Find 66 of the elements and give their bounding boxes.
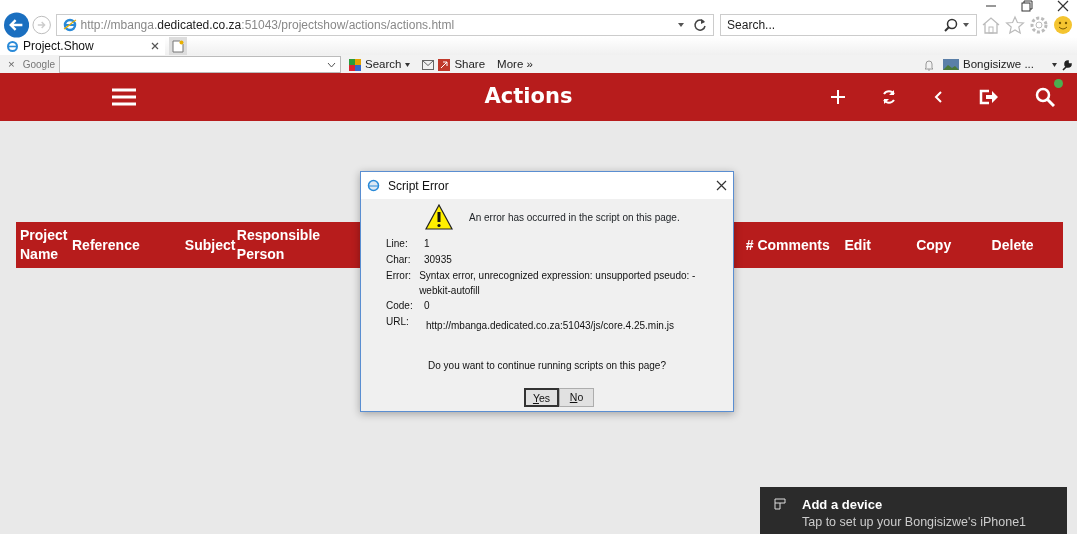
close-icon[interactable] xyxy=(716,180,727,191)
column-header: Project Name xyxy=(19,226,68,264)
column-header: Edit xyxy=(843,235,872,255)
field-label: Char: xyxy=(386,252,412,267)
field-value: Syntax error, unrecognized expression: unsupported pseudo: -webkit-autofill xyxy=(419,268,697,298)
column-header: # Comments xyxy=(744,235,831,255)
refresh-icon[interactable] xyxy=(693,18,708,32)
dropdown-caret-icon[interactable] xyxy=(962,22,970,28)
restore-icon[interactable] xyxy=(1021,0,1033,12)
field-label: Line: xyxy=(386,237,409,251)
toolbar-search-field[interactable] xyxy=(58,56,341,73)
search-bar[interactable]: Search... xyxy=(720,14,977,36)
device-icon xyxy=(774,498,786,510)
dropdown-caret-icon xyxy=(405,62,411,67)
landscape-icon xyxy=(943,59,960,70)
field-value: 0 xyxy=(424,299,430,314)
dialog-button[interactable]: No xyxy=(559,388,594,408)
back-chevron-icon[interactable] xyxy=(933,90,943,104)
column-header: Delete xyxy=(990,235,1035,255)
search-icon[interactable] xyxy=(1035,87,1055,107)
add-icon[interactable] xyxy=(831,90,845,104)
page-icon xyxy=(6,39,19,53)
dialog-button[interactable]: Yes xyxy=(524,388,559,408)
field-label: Code: xyxy=(386,299,414,314)
toolbar-share-button[interactable]: Share xyxy=(418,55,490,74)
toolbar-more-button[interactable]: More » xyxy=(493,55,537,74)
field-value: 30935 xyxy=(424,252,452,267)
refresh-icon[interactable] xyxy=(881,89,897,105)
dropdown-caret-icon[interactable] xyxy=(1052,62,1057,67)
toast-text: Tap to set up your Bongisizwe's iPhone1 xyxy=(802,514,1027,529)
wrench-icon[interactable] xyxy=(1061,58,1073,71)
field-value: 1 xyxy=(424,237,430,251)
browser-logo-icon xyxy=(62,18,77,32)
menu-icon[interactable] xyxy=(112,87,136,107)
dropdown-caret-icon[interactable] xyxy=(677,22,686,28)
address-bar[interactable]: http://mbanga.dedicated.co.za:51043/projectshow/actions/actions.html xyxy=(55,14,715,36)
back-icon[interactable] xyxy=(4,12,30,38)
smiley-icon[interactable] xyxy=(1053,15,1073,35)
script-icon xyxy=(367,179,380,192)
toolbar-search-button[interactable]: Search xyxy=(344,55,415,74)
search-icon xyxy=(348,58,361,71)
field-label: URL: xyxy=(386,315,410,330)
star-icon[interactable] xyxy=(1005,15,1025,35)
dialog-question: Do you want to continue running scripts on this page? xyxy=(427,359,667,374)
google-logo: Google xyxy=(22,58,55,72)
page-title: Actions xyxy=(483,83,574,111)
error-message: An error has occurred in the script on this page. xyxy=(469,210,680,225)
new-tab-icon xyxy=(172,39,184,53)
field-label: Error: xyxy=(386,268,412,283)
bell-icon[interactable] xyxy=(923,58,936,71)
close-icon[interactable] xyxy=(151,42,159,50)
close-toolbar-button[interactable]: × xyxy=(4,55,19,74)
url-text: http://mbanga.dedicated.co.za:51043/projectshow/actions/actions.html xyxy=(80,17,456,34)
sign-out-icon[interactable] xyxy=(979,89,999,105)
search-icon[interactable] xyxy=(944,18,958,32)
mail-icon xyxy=(422,59,435,70)
close-icon[interactable] xyxy=(1057,0,1069,12)
toast-title: Add a device xyxy=(802,496,884,514)
column-header: Copy xyxy=(915,235,953,255)
dialog-title: Script Error xyxy=(388,177,450,195)
user-menu[interactable]: Bongisizwe ... xyxy=(943,55,1034,74)
warning-icon xyxy=(425,204,453,230)
field-value: http://mbanga.dedicated.co.za:51043/js/core.4.25.min.js xyxy=(425,319,674,334)
column-header: Reference xyxy=(71,235,141,255)
dropdown-caret-icon[interactable] xyxy=(326,61,336,68)
share-icon xyxy=(438,58,451,71)
